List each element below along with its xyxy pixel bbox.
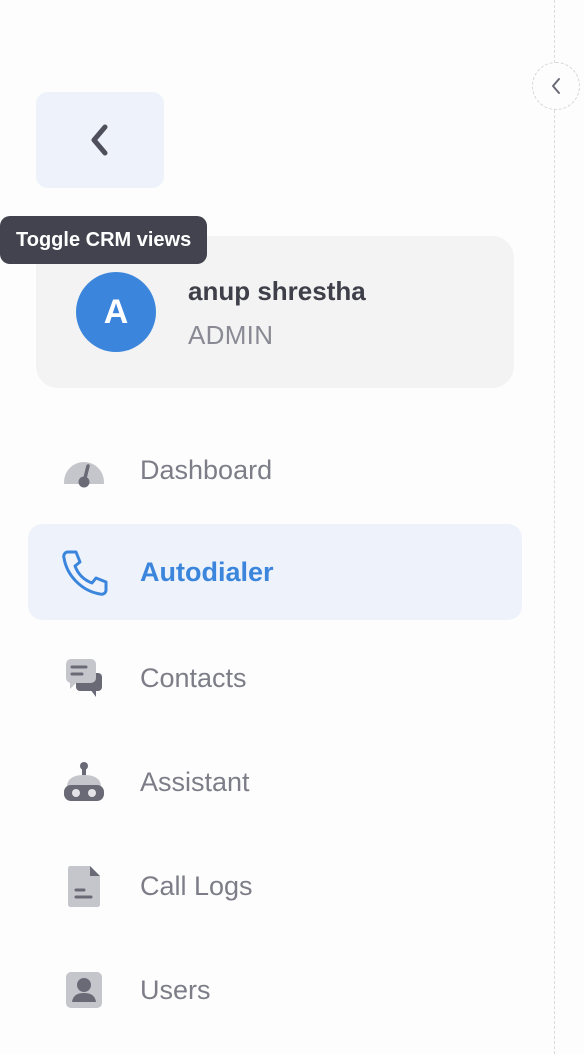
collapse-sidebar-button[interactable] <box>532 62 580 110</box>
user-role: ADMIN <box>188 320 274 350</box>
sidebar-item-label: Call Logs <box>140 871 253 901</box>
user-name: anup shrestha <box>188 276 366 306</box>
toggle-crm-views-tooltip: Toggle CRM views <box>0 216 208 264</box>
sidebar-item-assistant[interactable]: Assistant <box>28 734 522 830</box>
back-button[interactable] <box>36 92 164 188</box>
chevron-left-icon <box>552 78 560 94</box>
sidebar-item-label: Users <box>140 975 211 1005</box>
sidebar-item-label: Dashboard <box>140 455 273 485</box>
phone-icon <box>58 550 110 596</box>
sidebar-item-dashboard[interactable]: Dashboard <box>28 422 522 518</box>
document-icon <box>58 864 110 908</box>
sidebar-item-label: Autodialer <box>140 557 274 587</box>
sidebar-divider <box>554 0 555 1054</box>
gauge-icon <box>58 448 110 492</box>
chat-icon <box>58 656 110 700</box>
sidebar-item-autodialer[interactable]: Autodialer <box>28 524 522 620</box>
sidebar-item-label: Contacts <box>140 663 247 693</box>
chevron-left-icon <box>91 124 108 156</box>
sidebar-item-call-logs[interactable]: Call Logs <box>28 838 522 934</box>
sidebar-item-label: Assistant <box>140 767 250 797</box>
sidebar-item-users[interactable]: Users <box>28 942 522 1038</box>
user-icon <box>58 968 110 1012</box>
avatar: A <box>76 272 156 352</box>
robot-icon <box>58 760 110 804</box>
sidebar-item-contacts[interactable]: Contacts <box>28 630 522 726</box>
